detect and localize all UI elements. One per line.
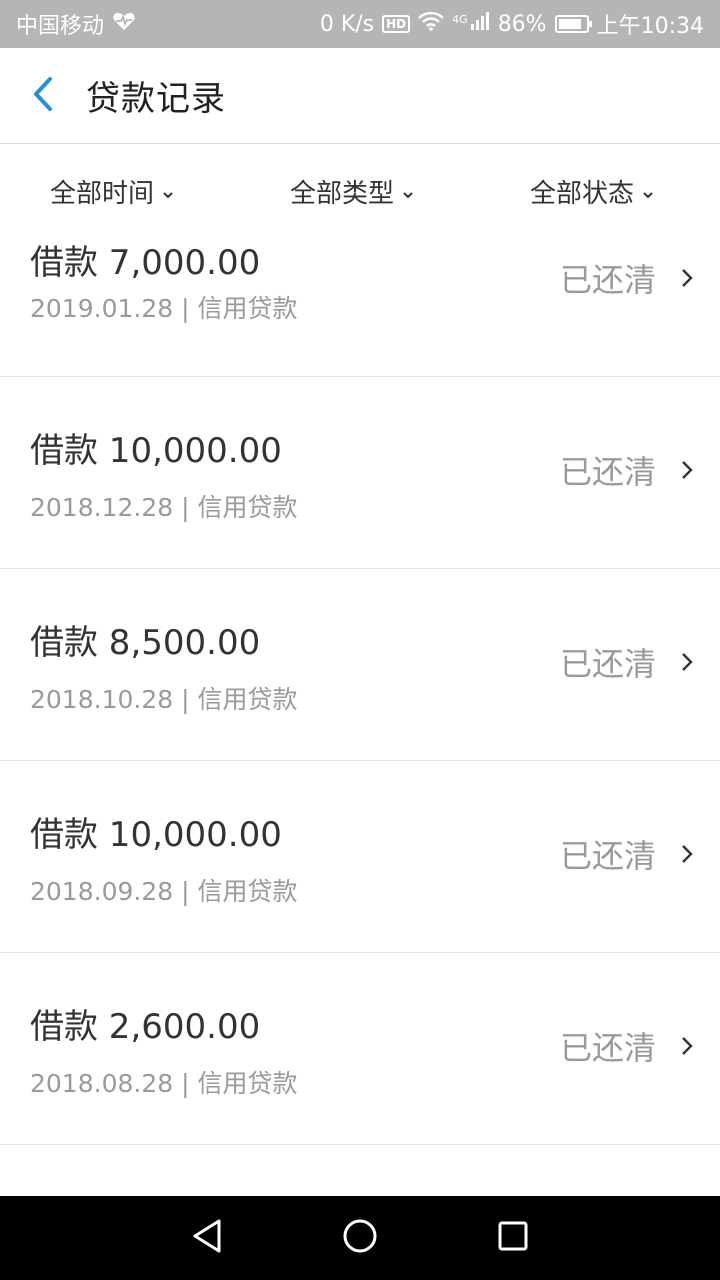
loan-category: 信用贷款	[197, 493, 298, 522]
loan-record-row[interactable]: 借款 10,000.00 2018.09.28 | 信用贷款 已还清	[0, 761, 720, 953]
network-type: 4G	[452, 12, 468, 26]
meta-separator: |	[181, 685, 190, 714]
loan-meta: 2018.08.28 | 信用贷款	[30, 1064, 298, 1100]
carrier-label: 中国移动	[16, 14, 105, 39]
battery-fill	[558, 19, 581, 29]
status-right: 0 K/s HD 4G 86% 上午10:34	[320, 8, 704, 40]
loan-date: 2019.01.28	[30, 294, 174, 323]
chevron-right-icon	[680, 267, 694, 293]
meta-separator: |	[181, 294, 190, 323]
meta-separator: |	[181, 493, 190, 522]
nav-back-button[interactable]	[177, 1208, 237, 1268]
filter-time-dropdown[interactable]: 全部时间	[50, 173, 174, 210]
wifi-icon	[418, 11, 445, 37]
chevron-right-icon	[680, 651, 694, 677]
filter-status-dropdown[interactable]: 全部状态	[530, 173, 654, 210]
chevron-down-icon	[642, 177, 654, 207]
triangle-back-icon	[191, 1218, 223, 1258]
loan-amount: 借款 2,600.00	[30, 1007, 261, 1047]
loan-status: 已还清	[560, 261, 657, 299]
loan-amount: 借款 10,000.00	[30, 431, 282, 471]
app-header: 贷款记录	[0, 48, 720, 144]
filter-type-label: 全部类型	[290, 179, 395, 209]
loan-record-row[interactable]: 借款 2,600.00 2018.08.28 | 信用贷款 已还清	[0, 953, 720, 1145]
loan-meta: 2018.09.28 | 信用贷款	[30, 872, 298, 908]
loan-record-list: 借款 7,000.00 2019.01.28 | 信用贷款 已还清 借款 10,…	[0, 235, 720, 1145]
system-nav-bar	[0, 1196, 720, 1280]
page-title: 贷款记录	[86, 79, 226, 119]
loan-date: 2018.08.28	[30, 1069, 174, 1098]
status-left: 中国移动	[16, 8, 136, 40]
meta-separator: |	[181, 877, 190, 906]
nav-recents-button[interactable]	[483, 1208, 543, 1268]
signal-icon	[470, 11, 490, 37]
network-speed: 0 K/s	[319, 11, 375, 37]
chevron-down-icon	[402, 177, 414, 207]
circle-home-icon	[342, 1218, 378, 1258]
loan-category: 信用贷款	[197, 294, 298, 323]
filter-type-dropdown[interactable]: 全部类型	[290, 173, 414, 210]
loan-meta: 2018.10.28 | 信用贷款	[30, 680, 298, 716]
loan-meta: 2019.01.28 | 信用贷款	[30, 289, 298, 325]
back-button[interactable]	[0, 48, 86, 144]
loan-status: 已还清	[560, 453, 657, 491]
heart-monitor-icon	[112, 11, 136, 37]
loan-category: 信用贷款	[197, 1069, 298, 1098]
filter-time-label: 全部时间	[50, 179, 155, 209]
loan-date: 2018.10.28	[30, 685, 174, 714]
chevron-right-icon	[680, 1035, 694, 1061]
loan-category: 信用贷款	[197, 685, 298, 714]
clock: 上午10:34	[596, 14, 704, 39]
loan-status: 已还清	[560, 837, 657, 875]
loan-amount: 借款 7,000.00	[30, 243, 261, 283]
loan-date: 2018.12.28	[30, 493, 174, 522]
loan-amount: 借款 8,500.00	[30, 623, 261, 663]
loan-amount: 借款 10,000.00	[30, 815, 282, 855]
chevron-right-icon	[680, 843, 694, 869]
status-bar: 中国移动 0 K/s HD 4G 86% 上午10:34	[0, 0, 720, 48]
loan-status: 已还清	[560, 1029, 657, 1067]
nav-home-button[interactable]	[330, 1208, 390, 1268]
loan-meta: 2018.12.28 | 信用贷款	[30, 488, 298, 524]
loan-record-row[interactable]: 借款 10,000.00 2018.12.28 | 信用贷款 已还清	[0, 377, 720, 569]
chevron-down-icon	[162, 177, 174, 207]
battery-icon	[554, 15, 592, 33]
filter-status-label: 全部状态	[530, 179, 635, 209]
chevron-right-icon	[680, 459, 694, 485]
loan-category: 信用贷款	[197, 877, 298, 906]
loan-record-row[interactable]: 借款 7,000.00 2019.01.28 | 信用贷款 已还清	[0, 235, 720, 377]
loan-record-row[interactable]: 借款 8,500.00 2018.10.28 | 信用贷款 已还清	[0, 569, 720, 761]
loan-status: 已还清	[560, 645, 657, 683]
loan-date: 2018.09.28	[30, 877, 174, 906]
square-recents-icon	[497, 1220, 529, 1256]
filter-bar: 全部时间 全部类型 全部状态	[0, 145, 720, 235]
battery-percent: 86%	[497, 11, 547, 37]
meta-separator: |	[181, 1069, 190, 1098]
chevron-left-icon	[30, 76, 56, 116]
hd-badge: HD	[382, 15, 411, 33]
